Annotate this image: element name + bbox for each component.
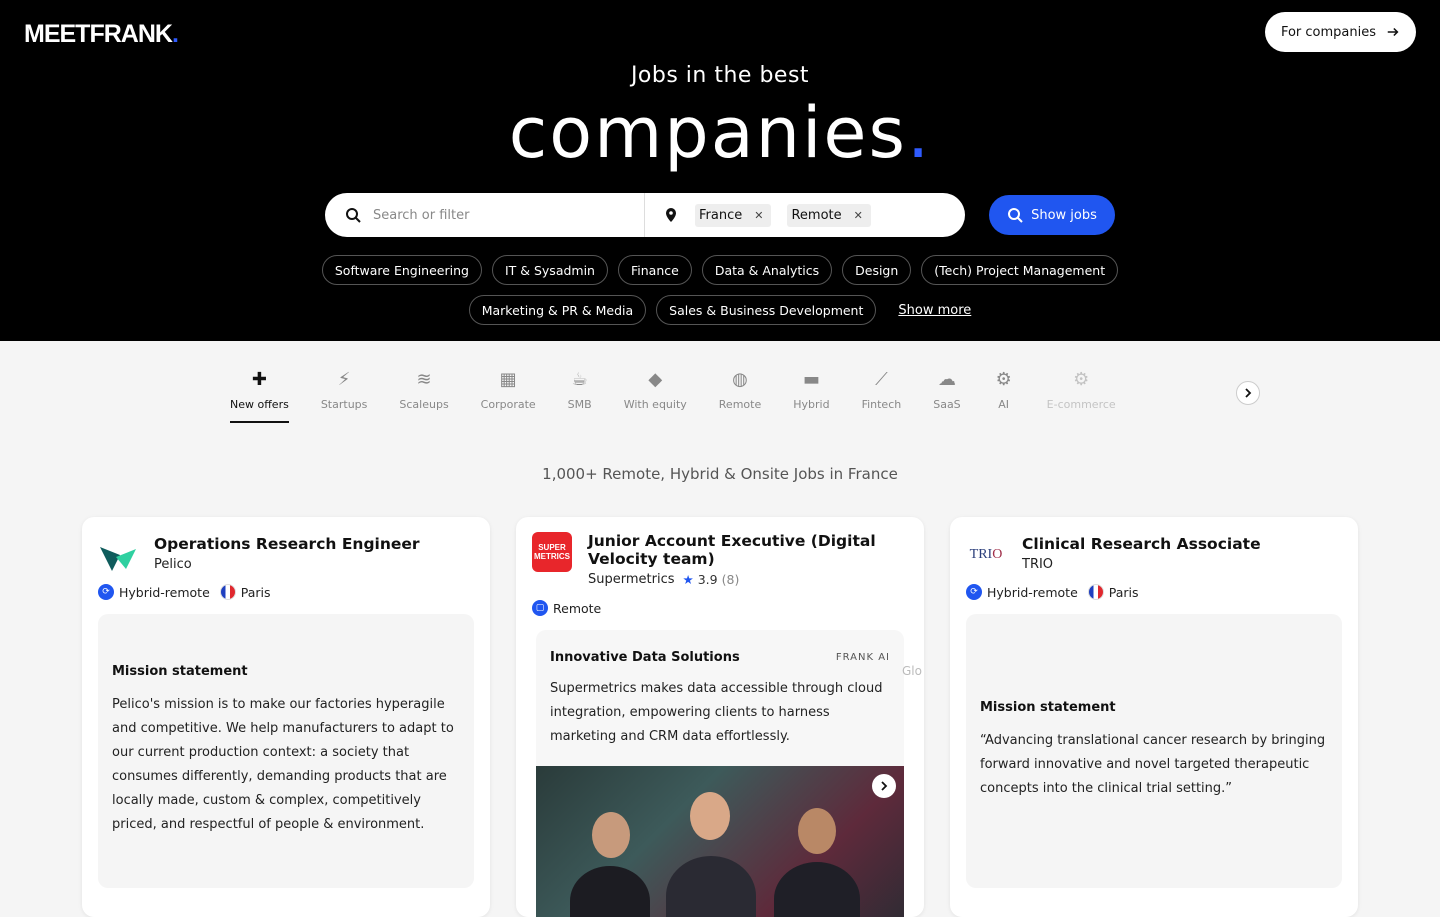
mission-title: Mission statement — [980, 700, 1116, 715]
company-photo — [536, 766, 904, 917]
filter-new-offers[interactable]: ✚ New offers — [214, 368, 305, 430]
category-pill[interactable]: Software Engineering — [321, 255, 482, 285]
remove-chip-icon[interactable]: ✕ — [854, 209, 863, 222]
filter-e-commerce[interactable]: ⚙ E-commerce — [1031, 368, 1132, 430]
star-icon: ★ — [682, 572, 694, 587]
for-companies-button[interactable]: For companies — [1264, 12, 1416, 52]
category-pill[interactable]: Data & Analytics — [701, 255, 833, 285]
mission-panel: Mission statement “Advancing translation… — [966, 614, 1342, 888]
lightning-icon: ⚡ — [337, 368, 351, 390]
mission-text: Pelico's mission is to make our factorie… — [112, 697, 454, 832]
company-logo — [98, 535, 138, 575]
filter-tabs: ✚ New offers ⚡ Startups ≋ Scaleups ▦ Corpora… — [214, 368, 1260, 430]
filter-scaleups[interactable]: ≋ Scaleups — [383, 368, 464, 430]
category-row: Marketing & PR & Media Sales & Business … — [0, 295, 1440, 325]
results-count: 1,000+ Remote, Hybrid & Onsite Jobs in F… — [542, 465, 898, 483]
hybrid-remote-icon: ⟳ — [98, 584, 114, 600]
hero-title: companies. — [508, 92, 932, 174]
job-title[interactable]: Operations Research Engineer — [154, 535, 474, 553]
category-pill[interactable]: Sales & Business Development — [656, 295, 877, 325]
location-filter[interactable]: France ✕ Remote ✕ — [645, 203, 965, 227]
cloud-icon: ☁ — [937, 368, 956, 390]
filter-saas[interactable]: ☁ SaaS — [917, 368, 976, 430]
diamond-icon: ◆ — [648, 368, 663, 390]
work-type: Hybrid-remote — [987, 584, 1078, 600]
work-type: Hybrid-remote — [119, 584, 210, 600]
filter-with-equity[interactable]: ◆ With equity — [608, 368, 703, 430]
category-pill[interactable]: (Tech) Project Management — [921, 255, 1119, 285]
location: Paris — [1108, 584, 1139, 600]
category-row: Software Engineering IT & Sysadmin Finan… — [0, 255, 1440, 285]
location-chip-remote[interactable]: Remote ✕ — [787, 203, 871, 227]
france-flag-icon — [219, 584, 236, 600]
company-logo: TRI O — [969, 547, 1003, 562]
frank-ai-panel: Innovative Data Solutions FRANK AI Super… — [536, 630, 904, 917]
photo-next-button[interactable] — [872, 774, 896, 798]
laptop-icon: ▬ — [802, 368, 820, 390]
filters-next-button[interactable] — [1236, 381, 1260, 405]
double-lightning-icon: ≋ — [416, 368, 432, 390]
search-bar: France✕ Remote✕ — [325, 193, 965, 237]
chart-icon: ⟋ — [875, 368, 888, 390]
filter-smb[interactable]: ☕ SMB — [552, 368, 608, 430]
job-card[interactable]: Operations Research Engineer Pelico ⟳ Hyb… — [82, 517, 490, 917]
hybrid-remote-icon: ⟳ — [966, 584, 982, 600]
company-rating[interactable]: ★ 3.9 (8) — [683, 572, 740, 587]
filter-remote[interactable]: ◍ Remote — [703, 368, 777, 430]
location-chip-france[interactable]: France ✕ — [695, 203, 772, 227]
badge-plus-icon: ✚ — [251, 368, 267, 390]
hero-subtitle: Jobs in the best — [630, 63, 810, 88]
remove-chip-icon[interactable]: ✕ — [754, 209, 763, 222]
mission-title: Mission statement — [112, 664, 248, 679]
building-icon: ▦ — [499, 368, 517, 390]
cart-icon: ⚙ — [1073, 368, 1090, 390]
filter-fintech[interactable]: ⟋ Fintech — [846, 368, 918, 430]
chevron-right-icon — [881, 781, 888, 791]
arrow-right-icon — [1387, 27, 1399, 37]
location: Paris — [240, 584, 271, 600]
robot-icon: ⚙ — [995, 368, 1012, 390]
hero-section: MEETFRANK. For companies Jobs in the bes… — [0, 0, 1440, 341]
mission-text: “Advancing translational cancer research… — [980, 733, 1326, 796]
remote-icon: ▢ — [532, 600, 548, 616]
search-field[interactable] — [325, 193, 645, 237]
category-pill[interactable]: IT & Sysadmin — [491, 255, 608, 285]
company-name[interactable]: TRIO — [1022, 557, 1053, 572]
frank-ai-badge: FRANK AI — [835, 652, 890, 663]
job-title[interactable]: Junior Account Executive (Digital Veloci… — [588, 532, 908, 568]
search-icon — [346, 208, 361, 223]
ai-title: Innovative Data Solutions — [550, 650, 740, 665]
job-card[interactable]: SUPER METRICS Junior Account Executive (D… — [516, 517, 924, 917]
job-title[interactable]: Clinical Research Associate — [1022, 535, 1342, 553]
search-input[interactable] — [373, 207, 613, 223]
globe-icon: ◍ — [732, 368, 748, 390]
chevron-right-icon — [1245, 388, 1252, 398]
show-jobs-button[interactable]: Show jobs — [989, 195, 1115, 235]
filter-ai[interactable]: ⚙ AI — [977, 368, 1031, 430]
ai-text: Supermetrics makes data accessible throu… — [550, 681, 883, 744]
job-card[interactable]: TRI O Clinical Research Associate TRIO ⟳ H… — [950, 517, 1358, 917]
next-panel-peek: Glo — [902, 664, 922, 678]
category-pill[interactable]: Design — [842, 255, 912, 285]
filter-startups[interactable]: ⚡ Startups — [305, 368, 384, 430]
company-name[interactable]: Supermetrics — [588, 572, 675, 587]
filter-corporate[interactable]: ▦ Corporate — [465, 368, 552, 430]
filter-hybrid[interactable]: ▬ Hybrid — [777, 368, 845, 430]
coffee-icon: ☕ — [571, 368, 588, 390]
category-pill[interactable]: Finance — [617, 255, 692, 285]
search-icon — [1008, 208, 1023, 223]
company-logo: SUPER METRICS — [532, 532, 572, 572]
meetfrank-logo[interactable]: MEETFRANK. — [24, 20, 179, 49]
for-companies-label: For companies — [1280, 24, 1376, 40]
show-more-link[interactable]: Show more — [886, 295, 971, 325]
france-flag-icon — [1087, 584, 1104, 600]
work-type: Remote — [553, 600, 602, 616]
mission-panel: Mission statement Pelico's mission is to… — [98, 614, 474, 888]
company-name[interactable]: Pelico — [154, 557, 192, 572]
category-pill[interactable]: Marketing & PR & Media — [468, 295, 647, 325]
location-pin-icon — [666, 208, 676, 222]
